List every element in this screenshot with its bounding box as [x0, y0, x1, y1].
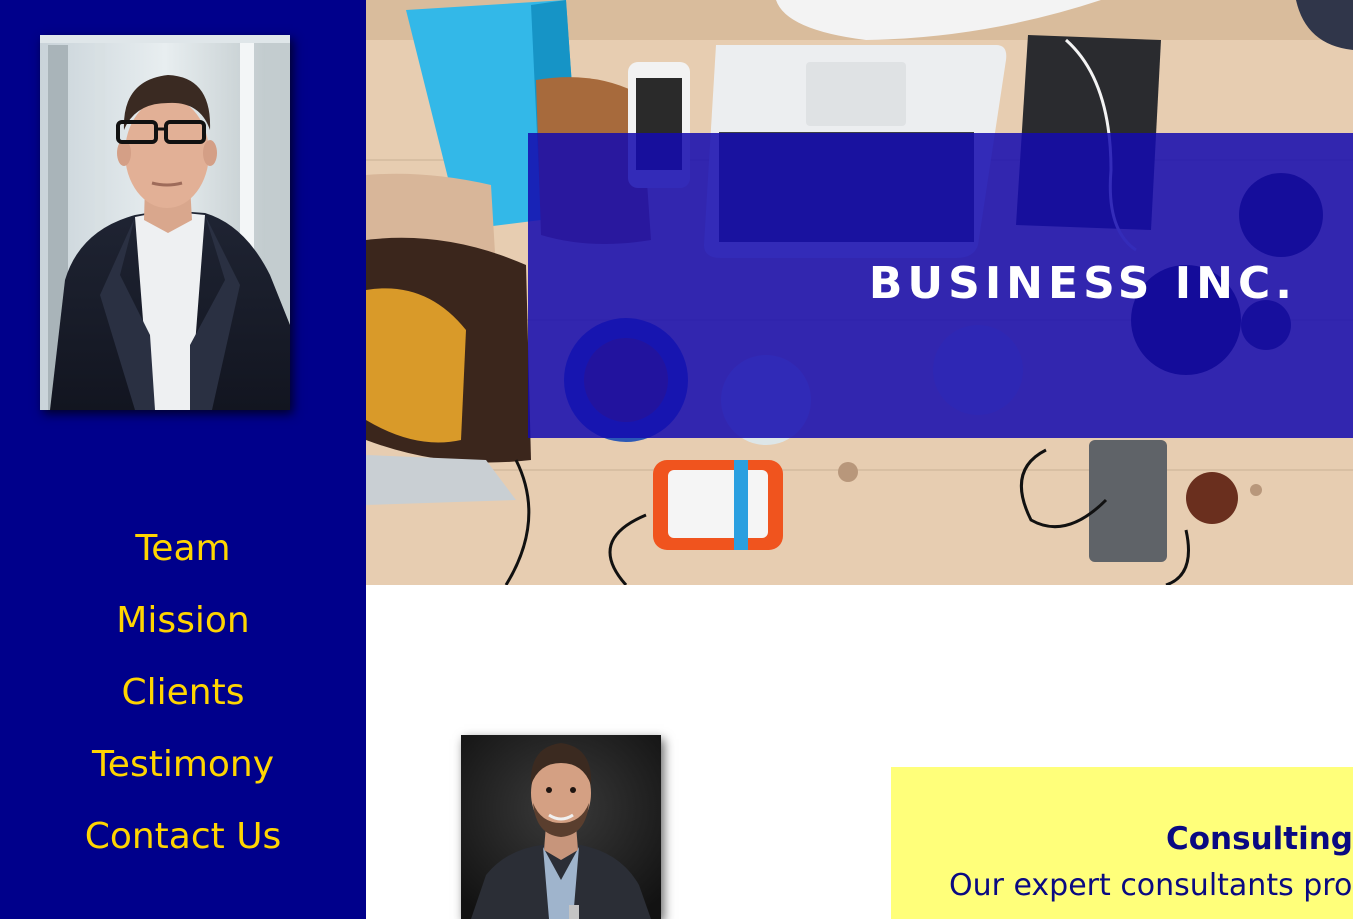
nav-link-team[interactable]: Team [135, 528, 230, 569]
nav-item-mission: Mission [0, 584, 366, 656]
service-card: Consulting S Our expert consultants prov [891, 767, 1353, 919]
nav-link-mission[interactable]: Mission [116, 600, 249, 641]
profile-photo-image [40, 35, 290, 410]
nav-item-clients: Clients [0, 656, 366, 728]
team-member-photo [461, 735, 661, 919]
sidebar-nav: Team Mission Clients Testimony Contact U… [0, 512, 366, 872]
page: Team Mission Clients Testimony Contact U… [0, 0, 1353, 919]
profile-photo [40, 35, 290, 410]
service-title: Consulting S [1166, 821, 1353, 857]
hero-title: BUSINESS INC. [868, 258, 1297, 309]
sidebar: Team Mission Clients Testimony Contact U… [0, 0, 366, 919]
hero: BUSINESS INC. [366, 0, 1353, 585]
team-member-photo-image [461, 735, 661, 919]
service-description: Our expert consultants prov [949, 868, 1353, 903]
nav-link-testimony[interactable]: Testimony [92, 744, 274, 785]
nav-link-clients[interactable]: Clients [122, 672, 245, 713]
nav-item-testimony: Testimony [0, 728, 366, 800]
nav-item-contact-us: Contact Us [0, 800, 366, 872]
nav-item-team: Team [0, 512, 366, 584]
nav-link-contact-us[interactable]: Contact Us [85, 816, 282, 857]
